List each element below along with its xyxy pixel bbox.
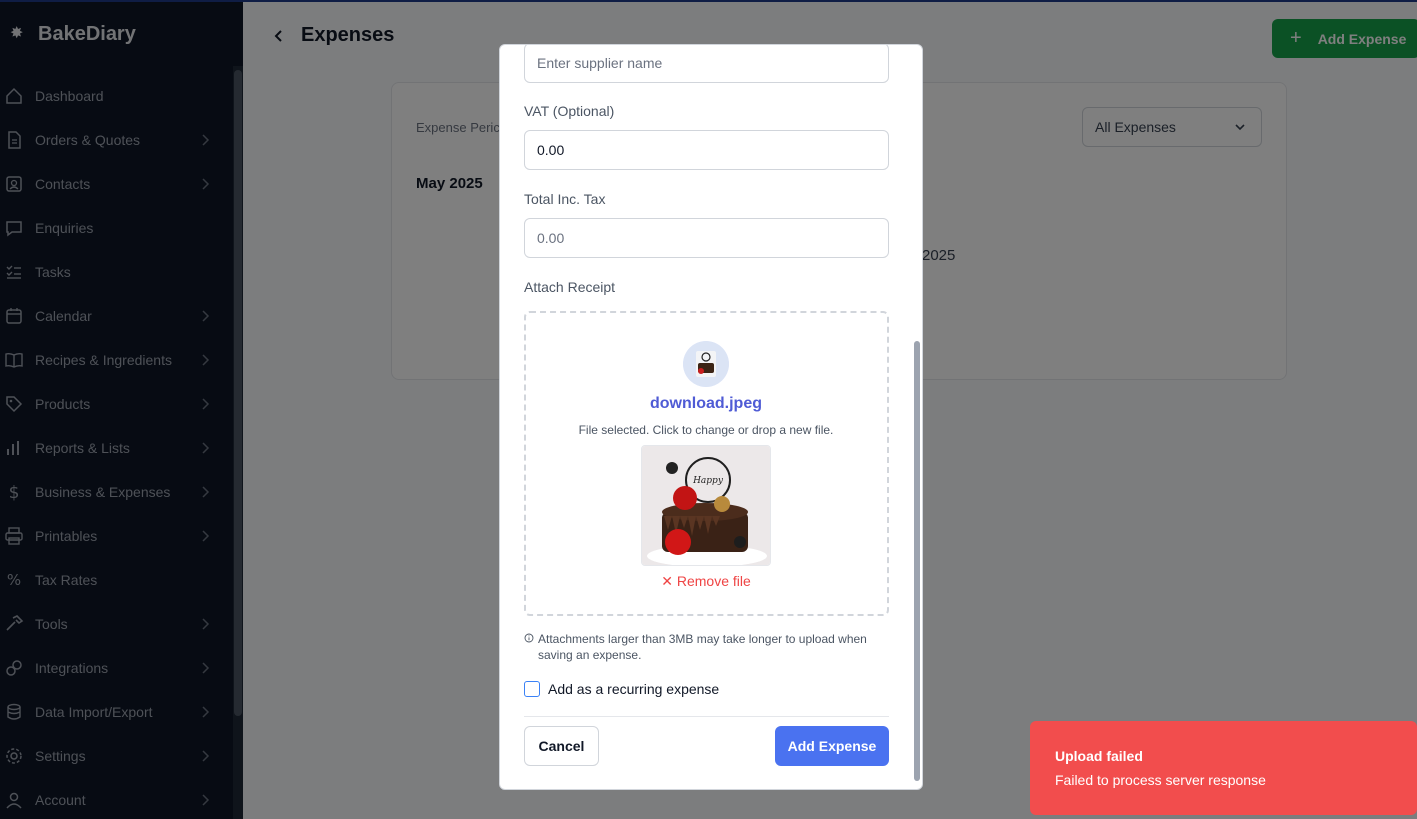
- receipt-label: Attach Receipt: [524, 279, 616, 295]
- total-label: Total Inc. Tax: [524, 191, 606, 207]
- vat-label: VAT (Optional): [524, 103, 615, 119]
- footer-divider: [524, 716, 889, 717]
- attachment-hint: Attachments larger than 3MB may take lon…: [524, 631, 889, 663]
- toast-title: Upload failed: [1055, 748, 1143, 764]
- info-icon: [524, 633, 534, 643]
- total-input[interactable]: 0.00: [524, 218, 889, 258]
- remove-file-label: Remove file: [676, 573, 751, 589]
- recurring-expense-option[interactable]: Add as a recurring expense: [524, 681, 719, 697]
- close-icon: ✕: [661, 573, 673, 589]
- submit-expense-button[interactable]: Add Expense: [775, 726, 889, 766]
- cake-thumbnail-icon: [683, 341, 729, 387]
- cancel-button[interactable]: Cancel: [524, 726, 599, 766]
- vat-value: 0.00: [537, 142, 565, 158]
- supplier-input[interactable]: Enter supplier name: [524, 45, 889, 83]
- file-info-text: File selected. Click to change or drop a…: [578, 423, 834, 437]
- supplier-placeholder: Enter supplier name: [537, 55, 663, 71]
- receipt-preview-image: Happy: [641, 445, 771, 566]
- svg-text:Happy: Happy: [692, 476, 724, 486]
- file-name[interactable]: download.jpeg: [500, 395, 912, 413]
- vat-input[interactable]: 0.00: [524, 130, 889, 170]
- file-thumbnail: [683, 341, 729, 387]
- modal-scrollbar-thumb[interactable]: [914, 341, 920, 781]
- recurring-checkbox[interactable]: [524, 681, 540, 697]
- attachment-hint-text: Attachments larger than 3MB may take lon…: [538, 632, 867, 662]
- remove-file-button[interactable]: ✕ Remove file: [500, 573, 912, 590]
- recurring-label: Add as a recurring expense: [548, 681, 720, 697]
- add-expense-modal: Enter supplier name VAT (Optional) 0.00 …: [499, 44, 923, 790]
- error-toast[interactable]: Upload failed Failed to process server r…: [1030, 721, 1417, 815]
- total-placeholder: 0.00: [537, 230, 565, 246]
- toast-message: Failed to process server response: [1055, 772, 1266, 788]
